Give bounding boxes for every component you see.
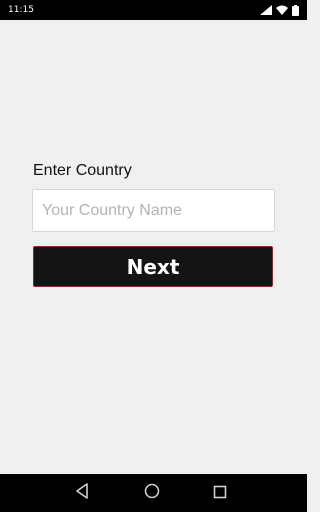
country-label: Enter Country	[33, 162, 132, 179]
navigation-bar	[0, 474, 307, 512]
wifi-icon	[276, 5, 288, 15]
status-bar: 11:15	[0, 0, 307, 20]
home-icon	[144, 483, 160, 503]
country-input[interactable]: Your Country Name	[32, 189, 275, 232]
status-icons	[260, 4, 299, 16]
main-content: Enter Country Your Country Name Next	[0, 20, 307, 474]
recents-icon	[213, 484, 227, 503]
back-button[interactable]	[62, 474, 102, 512]
next-button-label: Next	[126, 254, 180, 279]
country-input-placeholder: Your Country Name	[42, 201, 182, 219]
battery-icon	[292, 4, 299, 16]
home-button[interactable]	[132, 474, 172, 512]
next-button[interactable]: Next	[33, 246, 273, 287]
status-time: 11:15	[8, 5, 34, 15]
signal-icon	[260, 5, 272, 15]
recents-button[interactable]	[200, 474, 240, 512]
back-icon	[75, 483, 89, 503]
